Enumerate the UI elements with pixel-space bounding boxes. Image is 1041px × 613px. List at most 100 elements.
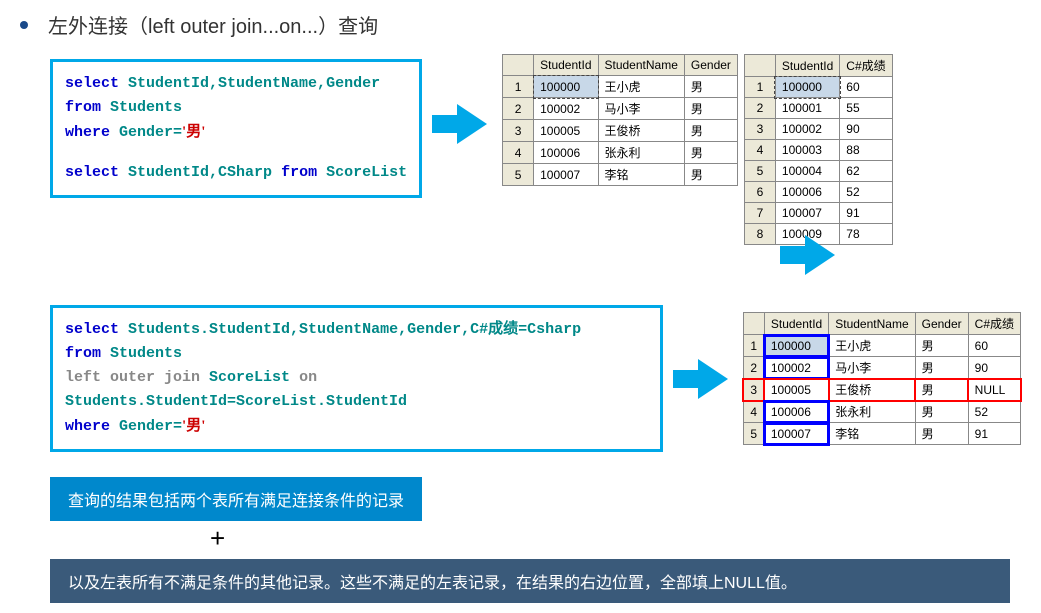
cell: 90 bbox=[968, 357, 1020, 379]
note-text: 以及左表所有不满足条件的其他记录。这些不满足的左表记录，在结果的右边位置，全部填… bbox=[68, 575, 797, 592]
cell: 男 bbox=[915, 335, 968, 357]
page-title: 左外连接（left outer join...on...）查询 bbox=[20, 10, 1021, 39]
cell: 52 bbox=[968, 401, 1020, 423]
cell: 60 bbox=[840, 77, 892, 98]
cell: 91 bbox=[840, 203, 892, 224]
cell: 张永利 bbox=[829, 401, 915, 423]
cell: 62 bbox=[840, 161, 892, 182]
cell: 100000 bbox=[534, 76, 598, 98]
cell: 100004 bbox=[775, 161, 839, 182]
kw-from2: from bbox=[281, 164, 317, 181]
sql-val: '男' bbox=[182, 418, 205, 434]
plus-sign: + bbox=[210, 523, 1021, 554]
kw-select: select bbox=[65, 321, 119, 338]
cell: 55 bbox=[840, 98, 892, 119]
section-1: select StudentId,StudentName,Gender from… bbox=[20, 54, 1021, 245]
kw-on: on bbox=[299, 369, 317, 386]
cell: 88 bbox=[840, 140, 892, 161]
sql-cols: Students.StudentId,StudentName,Gender,C# bbox=[128, 321, 488, 338]
cell: 马小李 bbox=[598, 98, 684, 120]
cell: 男 bbox=[684, 76, 737, 98]
cell: NULL bbox=[968, 379, 1020, 401]
col-header: Gender bbox=[915, 313, 968, 335]
cell: 100000 bbox=[764, 335, 828, 357]
cell: 78 bbox=[840, 224, 892, 245]
cell: 王俊桥 bbox=[829, 379, 915, 401]
cell: 100006 bbox=[775, 182, 839, 203]
col-header: C#成绩 bbox=[840, 55, 892, 77]
title-text: 左外连接（left outer join...on...）查询 bbox=[48, 10, 378, 39]
cell: 王小虎 bbox=[829, 335, 915, 357]
cell: 100002 bbox=[534, 98, 598, 120]
cell: 60 bbox=[968, 335, 1020, 357]
note-text: 查询的结果包括两个表所有满足连接条件的记录 bbox=[68, 493, 404, 510]
cell: 100007 bbox=[534, 164, 598, 186]
col-header: StudentId bbox=[764, 313, 828, 335]
sql-table: Students bbox=[110, 345, 182, 362]
col-header: StudentName bbox=[598, 55, 684, 76]
cell: 100006 bbox=[534, 142, 598, 164]
sql-cn: 成绩 bbox=[488, 321, 518, 338]
sql-box-2: select Students.StudentId,StudentName,Ge… bbox=[50, 305, 663, 452]
kw-select: select bbox=[65, 75, 119, 92]
sql-cond: Gender= bbox=[119, 418, 182, 435]
col-header: StudentId bbox=[775, 55, 839, 77]
cell: 马小李 bbox=[829, 357, 915, 379]
cell: 王小虎 bbox=[598, 76, 684, 98]
col-header: Gender bbox=[684, 55, 737, 76]
sql-box-1: select StudentId,StudentName,Gender from… bbox=[50, 59, 422, 198]
cell: 52 bbox=[840, 182, 892, 203]
cell: 男 bbox=[915, 423, 968, 445]
result-table-1: StudentId StudentName Gender 1100000王小虎男… bbox=[502, 54, 738, 186]
cell: 90 bbox=[840, 119, 892, 140]
result-table-3: StudentId StudentName Gender C#成绩 110000… bbox=[743, 312, 1021, 445]
cell: 王俊桥 bbox=[598, 120, 684, 142]
sql-table: Students bbox=[110, 99, 182, 116]
section-2: select Students.StudentId,StudentName,Ge… bbox=[20, 300, 1021, 457]
sql-cond: Students.StudentId=ScoreList.StudentId bbox=[65, 393, 407, 410]
result-table-2: StudentId C#成绩 110000060 210000155 31000… bbox=[744, 54, 893, 245]
bullet-icon bbox=[20, 21, 28, 29]
cell: 男 bbox=[684, 98, 737, 120]
note-box-2: 以及左表所有不满足条件的其他记录。这些不满足的左表记录，在结果的右边位置，全部填… bbox=[50, 559, 1010, 603]
cell: 91 bbox=[968, 423, 1020, 445]
kw-join: left outer join bbox=[65, 369, 200, 386]
cell: 男 bbox=[915, 357, 968, 379]
col-header: StudentId bbox=[534, 55, 598, 76]
cell: 100003 bbox=[775, 140, 839, 161]
col-header: C#成绩 bbox=[968, 313, 1020, 335]
cell: 张永利 bbox=[598, 142, 684, 164]
cell: 100002 bbox=[775, 119, 839, 140]
cell: 100001 bbox=[775, 98, 839, 119]
sql-table: ScoreList bbox=[209, 369, 290, 386]
col-header: StudentName bbox=[829, 313, 915, 335]
kw-where: where bbox=[65, 124, 110, 141]
sql-alias: =Csharp bbox=[518, 321, 581, 338]
kw-from: from bbox=[65, 99, 101, 116]
arrow-right-icon bbox=[698, 359, 728, 399]
sql-cols: StudentId,StudentName,Gender bbox=[128, 75, 380, 92]
arrow-right-icon bbox=[457, 104, 487, 144]
sql-cond: Gender= bbox=[119, 124, 182, 141]
cell: 李铭 bbox=[598, 164, 684, 186]
cell: 100007 bbox=[764, 423, 828, 445]
cell: 100005 bbox=[534, 120, 598, 142]
cell: 男 bbox=[684, 120, 737, 142]
note-box-1: 查询的结果包括两个表所有满足连接条件的记录 bbox=[50, 477, 422, 521]
arrow-right-icon bbox=[805, 235, 835, 275]
cell: 100006 bbox=[764, 401, 828, 423]
kw-where: where bbox=[65, 418, 110, 435]
kw-select2: select bbox=[65, 164, 119, 181]
cell: 男 bbox=[915, 401, 968, 423]
sql-val: '男' bbox=[182, 124, 205, 140]
cell: 100005 bbox=[764, 379, 828, 401]
cell: 男 bbox=[915, 379, 968, 401]
cell: 100002 bbox=[764, 357, 828, 379]
cell: 100007 bbox=[775, 203, 839, 224]
cell: 100000 bbox=[775, 77, 839, 98]
cell: 男 bbox=[684, 142, 737, 164]
sql-cols2: StudentId,CSharp bbox=[128, 164, 272, 181]
cell: 李铭 bbox=[829, 423, 915, 445]
cell: 男 bbox=[684, 164, 737, 186]
sql-table2: ScoreList bbox=[326, 164, 407, 181]
